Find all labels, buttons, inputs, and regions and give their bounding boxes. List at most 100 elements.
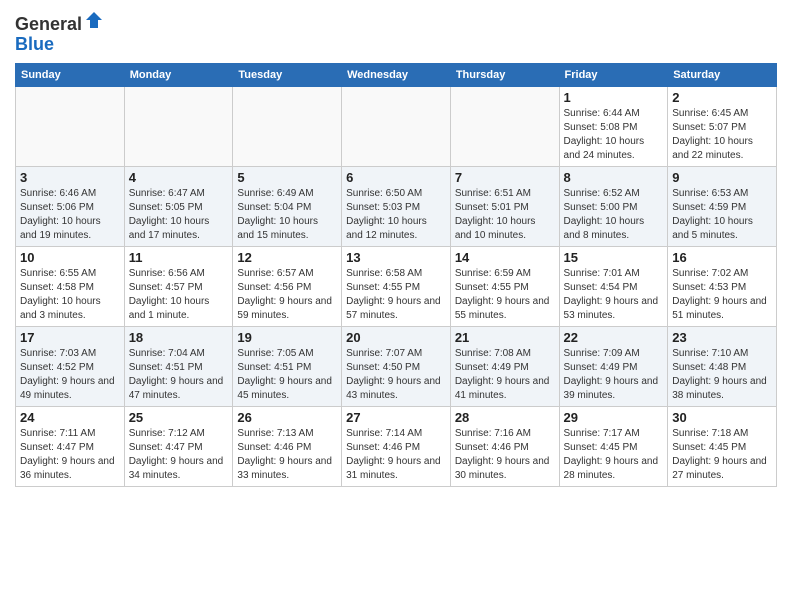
day-info: Sunrise: 7:07 AM Sunset: 4:50 PM Dayligh… <box>346 347 446 403</box>
day-number: 12 <box>237 250 337 265</box>
calendar-cell: 20 Sunrise: 7:07 AM Sunset: 4:50 PM Dayli… <box>342 326 451 406</box>
day-number: 5 <box>237 170 337 185</box>
calendar-cell <box>16 86 125 166</box>
day-number: 13 <box>346 250 446 265</box>
day-number: 14 <box>455 250 555 265</box>
day-info: Sunrise: 7:08 AM Sunset: 4:49 PM Dayligh… <box>455 347 555 403</box>
calendar-cell: 25Sunrise: 7:12 AM Sunset: 4:47 PM Dayli… <box>124 406 233 486</box>
day-header-sunday: Sunday <box>16 63 125 86</box>
calendar-cell <box>124 86 233 166</box>
day-info: Sunrise: 7:11 AM Sunset: 4:47 PM Dayligh… <box>20 427 120 483</box>
day-number: 26 <box>237 410 337 425</box>
day-info: Sunrise: 6:49 AM Sunset: 5:04 PM Dayligh… <box>237 187 337 243</box>
day-info: Sunrise: 7:14 AM Sunset: 4:46 PM Dayligh… <box>346 427 446 483</box>
day-number: 17 <box>20 330 120 345</box>
day-info: Sunrise: 6:50 AM Sunset: 5:03 PM Dayligh… <box>346 187 446 243</box>
day-number: 15 <box>564 250 664 265</box>
day-header-saturday: Saturday <box>668 63 777 86</box>
day-number: 19 <box>237 330 337 345</box>
day-info: Sunrise: 6:47 AM Sunset: 5:05 PM Dayligh… <box>129 187 229 243</box>
calendar-table: SundayMondayTuesdayWednesdayThursdayFrid… <box>15 63 777 487</box>
week-row-3: 17 Sunrise: 7:03 AM Sunset: 4:52 PM Dayli… <box>16 326 777 406</box>
calendar-cell: 2 Sunrise: 6:45 AM Sunset: 5:07 PM Daylig… <box>668 86 777 166</box>
day-header-thursday: Thursday <box>450 63 559 86</box>
calendar-cell: 12 Sunrise: 6:57 AM Sunset: 4:56 PM Dayli… <box>233 246 342 326</box>
calendar-cell <box>342 86 451 166</box>
day-info: Sunrise: 7:05 AM Sunset: 4:51 PM Dayligh… <box>237 347 337 403</box>
week-row-0: 1Sunrise: 6:44 AM Sunset: 5:08 PM Daylig… <box>16 86 777 166</box>
day-number: 28 <box>455 410 555 425</box>
day-number: 29 <box>564 410 664 425</box>
day-number: 21 <box>455 330 555 345</box>
calendar-cell: 11 Sunrise: 6:56 AM Sunset: 4:57 PM Dayli… <box>124 246 233 326</box>
day-info: Sunrise: 6:53 AM Sunset: 4:59 PM Dayligh… <box>672 187 772 243</box>
day-number: 3 <box>20 170 120 185</box>
day-number: 30 <box>672 410 772 425</box>
day-number: 23 <box>672 330 772 345</box>
logo-blue-text: Blue <box>15 35 104 55</box>
day-info: Sunrise: 7:13 AM Sunset: 4:46 PM Dayligh… <box>237 427 337 483</box>
day-number: 6 <box>346 170 446 185</box>
calendar-cell: 30 Sunrise: 7:18 AM Sunset: 4:45 PM Dayli… <box>668 406 777 486</box>
calendar-cell: 3Sunrise: 6:46 AM Sunset: 5:06 PM Daylig… <box>16 166 125 246</box>
calendar-cell: 5 Sunrise: 6:49 AM Sunset: 5:04 PM Daylig… <box>233 166 342 246</box>
day-info: Sunrise: 6:52 AM Sunset: 5:00 PM Dayligh… <box>564 187 664 243</box>
day-number: 18 <box>129 330 229 345</box>
day-info: Sunrise: 6:59 AM Sunset: 4:55 PM Dayligh… <box>455 267 555 323</box>
day-info: Sunrise: 7:17 AM Sunset: 4:45 PM Dayligh… <box>564 427 664 483</box>
day-number: 20 <box>346 330 446 345</box>
calendar-cell: 26 Sunrise: 7:13 AM Sunset: 4:46 PM Dayli… <box>233 406 342 486</box>
calendar-cell: 7Sunrise: 6:51 AM Sunset: 5:01 PM Daylig… <box>450 166 559 246</box>
day-info: Sunrise: 6:51 AM Sunset: 5:01 PM Dayligh… <box>455 187 555 243</box>
logo-bird-icon <box>84 10 104 30</box>
day-info: Sunrise: 7:16 AM Sunset: 4:46 PM Dayligh… <box>455 427 555 483</box>
day-info: Sunrise: 7:01 AM Sunset: 4:54 PM Dayligh… <box>564 267 664 323</box>
day-header-friday: Friday <box>559 63 668 86</box>
logo-general: General <box>15 14 82 34</box>
page-container: General Blue SundayMondayTuesdayWednesda… <box>0 0 792 497</box>
calendar-cell: 22 Sunrise: 7:09 AM Sunset: 4:49 PM Dayli… <box>559 326 668 406</box>
header: General Blue <box>15 10 777 55</box>
day-header-wednesday: Wednesday <box>342 63 451 86</box>
calendar-cell <box>450 86 559 166</box>
calendar-cell: 6 Sunrise: 6:50 AM Sunset: 5:03 PM Daylig… <box>342 166 451 246</box>
calendar-cell: 16 Sunrise: 7:02 AM Sunset: 4:53 PM Dayli… <box>668 246 777 326</box>
week-row-1: 3Sunrise: 6:46 AM Sunset: 5:06 PM Daylig… <box>16 166 777 246</box>
calendar-cell: 14 Sunrise: 6:59 AM Sunset: 4:55 PM Dayli… <box>450 246 559 326</box>
calendar-cell: 27 Sunrise: 7:14 AM Sunset: 4:46 PM Dayli… <box>342 406 451 486</box>
day-info: Sunrise: 6:58 AM Sunset: 4:55 PM Dayligh… <box>346 267 446 323</box>
day-number: 24 <box>20 410 120 425</box>
day-info: Sunrise: 7:18 AM Sunset: 4:45 PM Dayligh… <box>672 427 772 483</box>
logo: General Blue <box>15 10 104 55</box>
logo-blue: Blue <box>15 34 54 54</box>
day-number: 16 <box>672 250 772 265</box>
day-info: Sunrise: 6:56 AM Sunset: 4:57 PM Dayligh… <box>129 267 229 323</box>
calendar-cell: 19 Sunrise: 7:05 AM Sunset: 4:51 PM Dayli… <box>233 326 342 406</box>
day-info: Sunrise: 6:45 AM Sunset: 5:07 PM Dayligh… <box>672 107 772 163</box>
day-info: Sunrise: 7:03 AM Sunset: 4:52 PM Dayligh… <box>20 347 120 403</box>
week-row-4: 24 Sunrise: 7:11 AM Sunset: 4:47 PM Dayli… <box>16 406 777 486</box>
calendar-cell: 21 Sunrise: 7:08 AM Sunset: 4:49 PM Dayli… <box>450 326 559 406</box>
day-header-monday: Monday <box>124 63 233 86</box>
day-info: Sunrise: 7:12 AM Sunset: 4:47 PM Dayligh… <box>129 427 229 483</box>
day-info: Sunrise: 6:55 AM Sunset: 4:58 PM Dayligh… <box>20 267 120 323</box>
day-number: 27 <box>346 410 446 425</box>
calendar-cell: 4Sunrise: 6:47 AM Sunset: 5:05 PM Daylig… <box>124 166 233 246</box>
day-info: Sunrise: 7:02 AM Sunset: 4:53 PM Dayligh… <box>672 267 772 323</box>
calendar-cell: 28 Sunrise: 7:16 AM Sunset: 4:46 PM Dayli… <box>450 406 559 486</box>
calendar-cell: 18 Sunrise: 7:04 AM Sunset: 4:51 PM Dayli… <box>124 326 233 406</box>
day-number: 22 <box>564 330 664 345</box>
calendar-cell: 1Sunrise: 6:44 AM Sunset: 5:08 PM Daylig… <box>559 86 668 166</box>
day-info: Sunrise: 6:57 AM Sunset: 4:56 PM Dayligh… <box>237 267 337 323</box>
day-number: 2 <box>672 90 772 105</box>
day-number: 10 <box>20 250 120 265</box>
day-info: Sunrise: 7:04 AM Sunset: 4:51 PM Dayligh… <box>129 347 229 403</box>
calendar-cell: 10 Sunrise: 6:55 AM Sunset: 4:58 PM Dayli… <box>16 246 125 326</box>
day-info: Sunrise: 6:44 AM Sunset: 5:08 PM Dayligh… <box>564 107 664 163</box>
calendar-cell: 8Sunrise: 6:52 AM Sunset: 5:00 PM Daylig… <box>559 166 668 246</box>
calendar-cell: 15 Sunrise: 7:01 AM Sunset: 4:54 PM Dayli… <box>559 246 668 326</box>
calendar-cell <box>233 86 342 166</box>
day-info: Sunrise: 7:09 AM Sunset: 4:49 PM Dayligh… <box>564 347 664 403</box>
header-row: SundayMondayTuesdayWednesdayThursdayFrid… <box>16 63 777 86</box>
day-number: 11 <box>129 250 229 265</box>
